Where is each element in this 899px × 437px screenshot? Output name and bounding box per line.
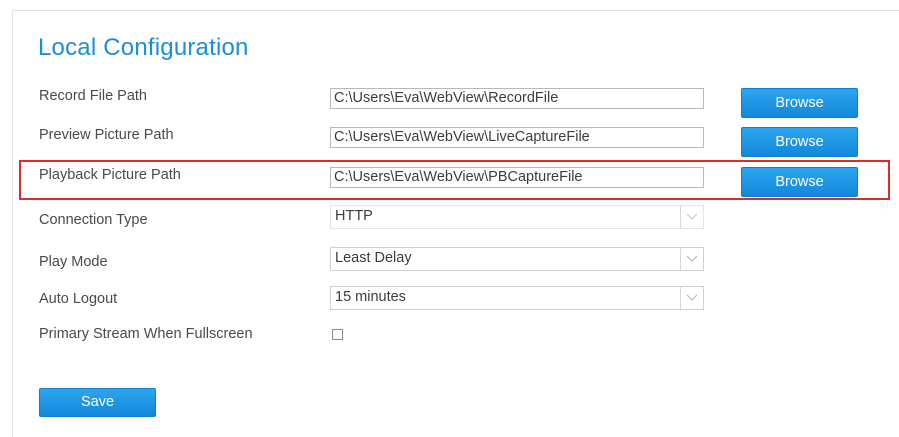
primary-stream-label: Primary Stream When Fullscreen — [39, 326, 253, 342]
auto-logout-value: 15 minutes — [335, 289, 406, 305]
play-mode-label: Play Mode — [39, 254, 108, 270]
record-file-path-field[interactable]: C:\Users\Eva\WebView\RecordFile — [330, 88, 704, 109]
record-file-path-label: Record File Path — [39, 88, 147, 104]
connection-type-dropdown-button[interactable] — [680, 206, 703, 228]
chevron-down-icon — [686, 294, 698, 301]
auto-logout-label: Auto Logout — [39, 291, 118, 307]
panel-top-border — [12, 10, 899, 11]
chevron-down-icon — [686, 213, 698, 220]
connection-type-value: HTTP — [335, 208, 373, 224]
preview-picture-path-field[interactable]: C:\Users\Eva\WebView\LiveCaptureFile — [330, 127, 704, 148]
play-mode-value: Least Delay — [335, 250, 412, 266]
play-mode-select[interactable]: Least Delay — [330, 247, 704, 271]
auto-logout-dropdown-button[interactable] — [680, 287, 703, 309]
save-button[interactable]: Save — [39, 388, 156, 417]
chevron-down-icon — [686, 255, 698, 262]
page-title: Local Configuration — [38, 34, 249, 61]
preview-picture-browse-button[interactable]: Browse — [741, 127, 858, 157]
connection-type-select[interactable]: HTTP — [330, 205, 704, 229]
primary-stream-checkbox[interactable] — [332, 329, 343, 340]
preview-picture-path-label: Preview Picture Path — [39, 127, 174, 143]
panel-left-border — [12, 10, 13, 437]
highlight-box — [19, 160, 890, 200]
auto-logout-select[interactable]: 15 minutes — [330, 286, 704, 310]
play-mode-dropdown-button[interactable] — [680, 248, 703, 270]
record-file-browse-button[interactable]: Browse — [741, 88, 858, 118]
connection-type-label: Connection Type — [39, 212, 148, 228]
